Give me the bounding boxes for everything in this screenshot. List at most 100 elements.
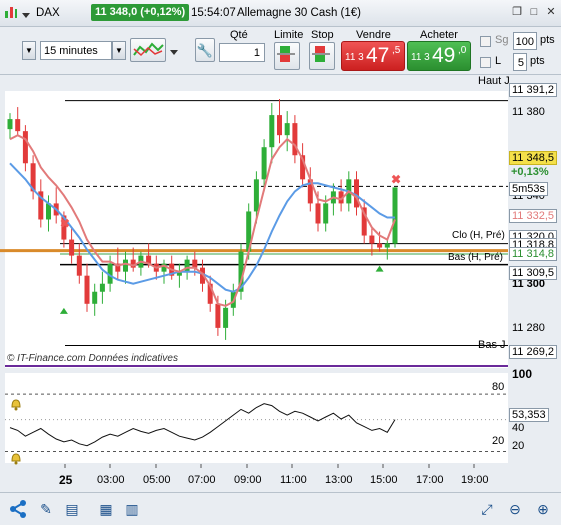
watermark: © IT-Finance.com Données indicatives xyxy=(7,353,178,364)
instrument-label: Allemagne 30 Cash (1€) xyxy=(237,7,362,19)
zoom-fit-icon[interactable]: ⤢ xyxy=(477,499,497,519)
tag-change: +0,13% xyxy=(511,166,549,178)
candle-body xyxy=(277,115,282,136)
sell-button[interactable]: 11 3 47 ,5 xyxy=(341,41,405,71)
osc-label-100: 100 xyxy=(512,367,533,381)
price-pane xyxy=(5,91,508,368)
zoom-in-icon[interactable]: ⊕ xyxy=(533,499,553,519)
candle-body xyxy=(261,147,267,180)
bas-pre-label: Bas (H, Pré) xyxy=(448,252,504,263)
candle-body xyxy=(7,119,13,130)
candle-body xyxy=(84,275,90,304)
restore-icon[interactable]: ❐ xyxy=(511,6,523,18)
candle-body xyxy=(76,255,82,276)
candle-body xyxy=(99,283,105,292)
chart-indicators-icon xyxy=(133,42,164,57)
candle-body xyxy=(377,243,383,248)
symbol-label: DAX xyxy=(36,7,60,19)
sg-label: Sg xyxy=(495,34,509,46)
osc-label-20: 20 xyxy=(492,435,505,447)
toolbar: ▼ 15 minutes ▼ 🔧 Qté 1 Limite Stop Vendr… xyxy=(0,27,561,75)
candle-body xyxy=(223,307,229,328)
sg-unit: pts xyxy=(540,34,555,46)
candle-body xyxy=(253,179,259,212)
x-label-1700: 17:00 xyxy=(416,474,444,486)
tag-bas: 11 269,2 xyxy=(509,345,558,359)
tag-332: 11 332,5 xyxy=(509,209,558,223)
chevron-down-icon[interactable] xyxy=(22,10,30,22)
sg-input[interactable]: 100 xyxy=(513,32,537,50)
sg-checkbox[interactable] xyxy=(480,36,491,47)
tag-timer: 5m53s xyxy=(509,182,549,196)
candle-body xyxy=(22,131,28,164)
x-label-0500: 05:00 xyxy=(143,474,171,486)
candle-body xyxy=(392,187,398,244)
text-tool-icon[interactable]: ▤ xyxy=(62,499,82,519)
buy-price-frac: ,0 xyxy=(458,45,467,56)
chart-type-button[interactable] xyxy=(130,38,166,62)
qty-input[interactable]: 1 xyxy=(219,43,265,62)
wrench-icon[interactable]: 🔧 xyxy=(195,38,215,62)
bell-icon[interactable] xyxy=(9,397,23,414)
draw-tools-icon[interactable]: ✎ xyxy=(36,499,56,519)
maximize-icon[interactable]: □ xyxy=(528,6,540,18)
timeframe-dropdown-arrow[interactable]: ▼ xyxy=(112,41,126,60)
oscillator-pane xyxy=(5,373,508,463)
buy-label: Acheter xyxy=(420,29,458,41)
limit-order-button[interactable] xyxy=(274,42,300,70)
timeframe-select[interactable]: 15 minutes xyxy=(40,41,112,60)
candle-body xyxy=(215,303,221,328)
candle-body xyxy=(184,259,190,272)
instrument-dropdown[interactable]: ▼ xyxy=(22,41,36,60)
x-label-1900: 19:00 xyxy=(461,474,489,486)
close-icon[interactable]: ✕ xyxy=(545,6,557,18)
x-label-1300: 13:00 xyxy=(325,474,353,486)
buy-price-main: 49 xyxy=(432,44,456,67)
x-label-1500: 15:00 xyxy=(370,474,398,486)
chevron-down-icon[interactable] xyxy=(170,47,178,59)
qty-label: Qté xyxy=(230,29,248,41)
buy-button[interactable]: 11 3 49 ,0 xyxy=(407,41,471,71)
sell-price-main: 47 xyxy=(366,44,390,67)
share-icon[interactable] xyxy=(8,499,28,519)
osc-tag-value: 53,353 xyxy=(509,408,549,422)
haut-label: Haut J xyxy=(478,75,510,87)
chart-area: ✖ ✖ Haut J Bas J Clo (H, Pré) Bas (H, Pré… xyxy=(0,75,561,525)
bas-label: Bas J xyxy=(478,339,506,351)
y-label-11380: 11 380 xyxy=(512,106,545,118)
x-label-0900: 09:00 xyxy=(234,474,262,486)
indicators-icon[interactable]: ▦ xyxy=(96,499,116,519)
osc-axis-20: 20 xyxy=(512,440,525,452)
l-unit: pts xyxy=(530,55,545,67)
osc-label-40: 40 xyxy=(512,422,525,434)
y-label-11280: 11 280 xyxy=(512,322,545,334)
l-checkbox[interactable] xyxy=(480,57,491,68)
bottom-toolbar: ✎ ▤ ▦ ▥ ⤢ ⊖ ⊕ xyxy=(0,492,561,525)
candle-body xyxy=(384,243,390,248)
bell-icon[interactable] xyxy=(9,451,23,468)
l-input[interactable]: 5 xyxy=(513,53,527,71)
limit-label: Limite xyxy=(274,29,304,41)
sell-marker-icon: ✖ xyxy=(391,172,401,186)
candle-body xyxy=(269,115,275,148)
zoom-out-icon[interactable]: ⊖ xyxy=(505,499,525,519)
chart-app-icon xyxy=(4,5,18,19)
stop-order-button[interactable] xyxy=(309,42,335,70)
price-chart[interactable]: ✖✖ xyxy=(0,75,561,492)
candle-body xyxy=(315,203,321,224)
stop-order-icon xyxy=(312,46,330,62)
candle-body xyxy=(92,291,98,304)
time-label: 15:54:07 xyxy=(191,7,236,19)
last-price-badge: 11 348,0 (+0,12%) xyxy=(91,4,190,21)
candle-body xyxy=(192,259,198,268)
tag-last: 11 348,5 xyxy=(509,151,558,165)
candle-body xyxy=(69,239,75,256)
tag-314: 11 314,8 xyxy=(509,247,558,261)
tag-309: 11 309,5 xyxy=(509,266,558,280)
candle-body xyxy=(323,203,329,224)
stop-label: Stop xyxy=(311,29,334,41)
sell-marker-icon: ✖ xyxy=(60,216,70,230)
layout-icon[interactable]: ▥ xyxy=(122,499,142,519)
clo-label: Clo (H, Pré) xyxy=(452,230,505,241)
sell-price-prefix: 11 3 xyxy=(345,52,364,63)
